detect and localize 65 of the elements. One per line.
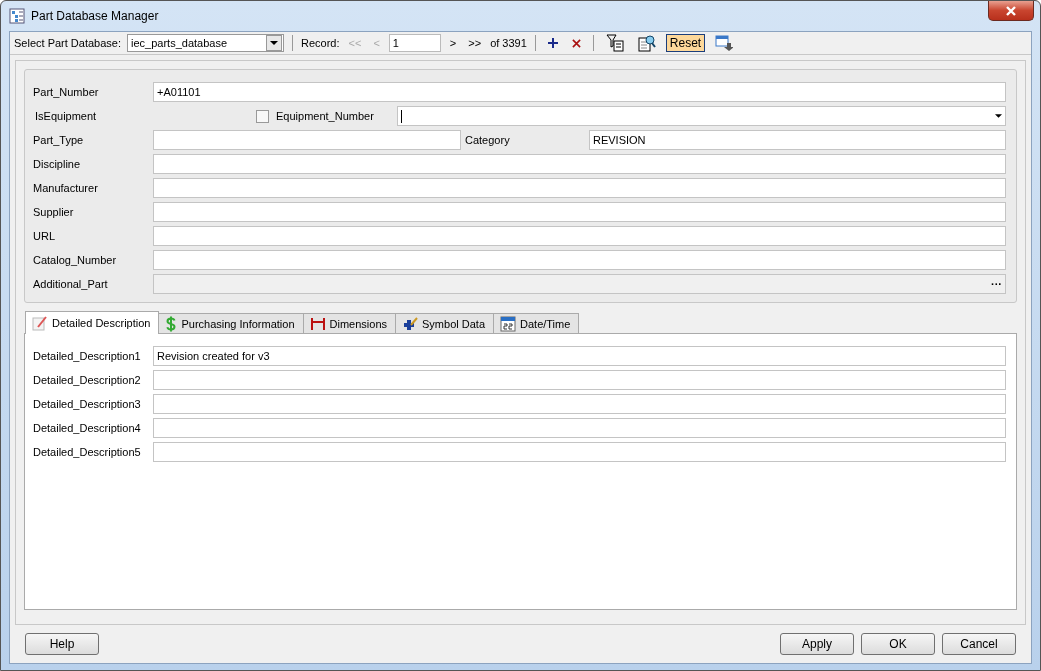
dialog-button[interactable]: OK [861, 633, 935, 655]
dimension-icon [309, 315, 326, 332]
caret-icon [995, 114, 1002, 118]
pen-block-icon [402, 315, 419, 332]
nav-button[interactable]: >> [465, 37, 485, 49]
field-label: URL [33, 230, 56, 242]
field-label: Detailed_Description2 [33, 374, 142, 386]
record-label: Record: [301, 37, 340, 49]
text-field[interactable] [153, 250, 1006, 270]
text-field[interactable]: +A01101 [153, 82, 1006, 102]
record-field[interactable]: 1 [388, 34, 441, 52]
window-title: Part Database Manager [31, 9, 159, 23]
field-label: Equipment_Number [276, 110, 375, 122]
field-label: Additional_Part [33, 278, 109, 290]
pencil-icon [32, 315, 48, 331]
field-label: Category [464, 134, 511, 146]
text-field[interactable] [153, 154, 1006, 174]
field-label: Detailed_Description3 [33, 398, 142, 410]
text-field[interactable] [153, 130, 461, 150]
tab[interactable]: Symbol Data [395, 313, 494, 333]
database-dropdown[interactable]: iec_parts_database [127, 34, 284, 52]
checkbox[interactable] [256, 109, 269, 123]
text-field[interactable] [153, 418, 1006, 438]
browse-button[interactable]: ··· [991, 278, 1002, 290]
text-field[interactable] [153, 178, 1006, 198]
search-icon[interactable] [637, 34, 656, 52]
text-field[interactable]: REVISION [589, 130, 1006, 150]
field-label: Detailed_Description1 [33, 350, 142, 362]
text-field[interactable] [153, 226, 1006, 246]
tab[interactable]: Dimensions [302, 313, 397, 333]
nav-button[interactable]: > [446, 37, 460, 49]
field-label: Supplier [33, 206, 75, 218]
text-field[interactable]: Revision created for v3 [153, 346, 1006, 366]
tree-list-icon [9, 8, 25, 24]
dialog-button[interactable]: Cancel [942, 633, 1016, 655]
text-field[interactable] [153, 370, 1006, 390]
dialog-button[interactable]: Apply [780, 633, 854, 655]
close-button[interactable] [988, 1, 1034, 21]
close-icon [1005, 5, 1017, 16]
record-count: of 3391 [490, 37, 527, 49]
browse-field[interactable]: ··· [153, 274, 1006, 294]
tab[interactable]: Purchasing Information [158, 313, 304, 333]
field-label: Catalog_Number [33, 254, 118, 266]
tab[interactable]: Detailed Description [25, 311, 160, 334]
add-icon[interactable] [547, 38, 558, 48]
window-arrow-icon[interactable] [715, 34, 734, 52]
equipment-dropdown[interactable] [397, 106, 1006, 126]
field-label: Part_Type [33, 134, 85, 146]
database-label: Select Part Database: [14, 37, 121, 49]
field-label: IsEquipment [34, 110, 98, 122]
filter-icon[interactable] [605, 34, 624, 52]
caret-icon [270, 41, 278, 45]
dollar-icon [165, 315, 178, 332]
field-label: Detailed_Description4 [33, 422, 142, 434]
reset-button[interactable]: Reset [665, 34, 706, 52]
field-label: Discipline [33, 158, 82, 170]
text-field[interactable] [153, 202, 1006, 222]
field-label: Detailed_Description5 [33, 446, 142, 458]
dialog-button[interactable]: Help [25, 633, 99, 655]
field-label: Part_Number [33, 86, 100, 98]
text-field[interactable] [153, 394, 1006, 414]
field-label: Manufacturer [33, 182, 99, 194]
tab[interactable]: Date/Time [493, 313, 580, 333]
delete-icon[interactable] [571, 38, 581, 48]
text-field[interactable] [153, 442, 1006, 462]
